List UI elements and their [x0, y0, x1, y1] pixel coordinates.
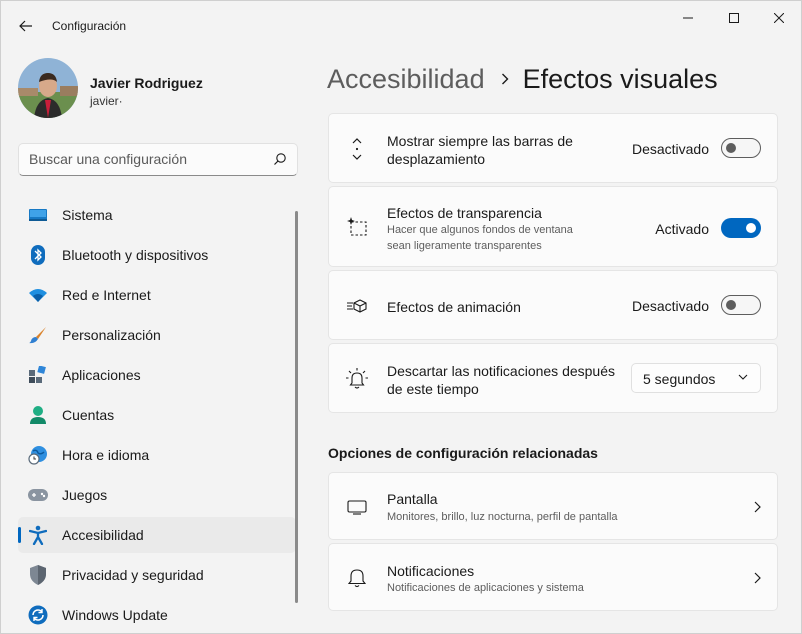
sidebar-item-hora[interactable]: Hora e idioma — [18, 437, 296, 473]
setting-title: Efectos de transparencia — [387, 205, 542, 221]
sidebar-item-sistema[interactable]: Sistema — [18, 197, 296, 233]
chevron-right-icon — [754, 501, 761, 513]
setting-description-line2: sean ligeramente transparentes — [387, 240, 542, 252]
setting-card-notification-timeout: Descartar las notificaciones después de … — [328, 343, 778, 413]
sidebar-item-label: Cuentas — [62, 407, 115, 423]
transparency-toggle[interactable] — [721, 218, 761, 238]
related-item-pantalla[interactable]: Pantalla Monitores, brillo, luz nocturna… — [328, 472, 778, 540]
app-title: Configuración — [52, 19, 127, 33]
sidebar-item-personalizacion[interactable]: Personalización — [18, 317, 296, 353]
setting-title-line2: desplazamiento — [387, 151, 486, 167]
sidebar-item-label: Hora e idioma — [62, 447, 150, 463]
user-name: Javier Rodriguez — [90, 75, 203, 91]
back-button[interactable] — [11, 11, 41, 41]
apps-icon — [28, 365, 48, 385]
update-icon — [28, 605, 48, 625]
related-settings-heading: Opciones de configuración relacionadas — [328, 445, 598, 461]
related-item-title: Notificaciones — [387, 563, 475, 579]
toggle-knob — [746, 223, 756, 233]
setting-title: Efectos de animación — [387, 299, 521, 315]
bluetooth-icon — [28, 245, 48, 265]
avatar — [18, 58, 78, 118]
toggle-state-label: Desactivado — [631, 141, 709, 157]
related-item-title: Pantalla — [387, 491, 438, 507]
minimize-icon — [683, 17, 693, 19]
maximize-button[interactable] — [711, 1, 757, 35]
search-input[interactable] — [29, 151, 269, 167]
sidebar-item-label: Accesibilidad — [62, 527, 144, 543]
page-title: Efectos visuales — [522, 63, 718, 94]
accessibility-icon — [28, 525, 48, 545]
sidebar-item-label: Aplicaciones — [62, 367, 141, 383]
related-item-description: Monitores, brillo, luz nocturna, perfil … — [387, 511, 618, 523]
chevron-right-icon — [501, 73, 509, 85]
sidebar-item-red[interactable]: Red e Internet — [18, 277, 296, 313]
sidebar-item-label: Personalización — [62, 327, 161, 343]
breadcrumb-parent[interactable]: Accesibilidad — [327, 64, 485, 95]
sidebar-item-label: Red e Internet — [62, 287, 151, 303]
transparency-icon — [345, 215, 369, 239]
scroll-arrows-icon — [345, 137, 369, 161]
toggle-state-label: Desactivado — [631, 298, 709, 314]
scrollbars-toggle[interactable] — [721, 138, 761, 158]
minimize-button[interactable] — [665, 1, 711, 35]
globe-clock-icon — [28, 445, 48, 465]
setting-card-transparency: Efectos de transparencia Hacer que algun… — [328, 186, 778, 267]
toggle-state-label: Activado — [655, 221, 709, 237]
user-profile[interactable]: Javier Rodriguez javier· — [18, 58, 298, 120]
sidebar-item-label: Juegos — [62, 487, 108, 503]
setting-card-animation: Efectos de animación Desactivado — [328, 270, 778, 340]
close-button[interactable] — [756, 1, 801, 35]
setting-card-scrollbars: Mostrar siempre las barras de desplazami… — [328, 113, 778, 183]
notification-timeout-dropdown[interactable]: 5 segundos — [631, 363, 761, 393]
user-email: javier· — [90, 94, 123, 108]
sidebar-item-accesibilidad[interactable]: Accesibilidad — [18, 517, 296, 553]
chevron-down-icon — [738, 374, 748, 380]
breadcrumb: Accesibilidad Efectos visuales — [327, 59, 718, 99]
paintbrush-icon — [28, 325, 48, 345]
close-icon — [774, 13, 784, 23]
gamepad-icon — [28, 485, 48, 505]
wifi-icon — [28, 285, 48, 305]
sidebar-item-label: Windows Update — [62, 607, 168, 623]
setting-title-line2: de este tiempo — [387, 381, 479, 397]
animation-icon — [345, 294, 369, 318]
sidebar-item-label: Sistema — [62, 207, 113, 223]
sidebar-item-privacidad[interactable]: Privacidad y seguridad — [18, 557, 296, 593]
setting-title: Descartar las notificaciones después — [387, 363, 616, 379]
toggle-knob — [726, 143, 736, 153]
animation-toggle[interactable] — [721, 295, 761, 315]
shield-icon — [28, 565, 48, 585]
bell-rays-icon — [345, 367, 369, 391]
setting-title: Mostrar siempre las barras de — [387, 133, 573, 149]
arrow-left-icon — [19, 20, 32, 32]
sidebar-item-aplicaciones[interactable]: Aplicaciones — [18, 357, 296, 393]
related-item-description: Notificaciones de aplicaciones y sistema — [387, 582, 584, 594]
sidebar-item-bluetooth[interactable]: Bluetooth y dispositivos — [18, 237, 296, 273]
sidebar-item-label: Bluetooth y dispositivos — [62, 247, 209, 263]
title-bar: Configuración — [1, 1, 801, 49]
sidebar-nav: Sistema Bluetooth y dispositivos Red e I… — [18, 197, 296, 633]
sidebar-scrollbar[interactable] — [295, 211, 298, 603]
search-icon[interactable] — [273, 152, 287, 166]
search-box[interactable] — [18, 143, 298, 176]
maximize-icon — [729, 13, 739, 23]
sidebar-item-cuentas[interactable]: Cuentas — [18, 397, 296, 433]
system-display-icon — [28, 205, 48, 225]
avatar-photo-icon — [18, 58, 78, 118]
toggle-knob — [726, 300, 736, 310]
chevron-right-icon — [754, 572, 761, 584]
account-icon — [28, 405, 48, 425]
dropdown-selected-value: 5 segundos — [643, 371, 716, 387]
settings-window: Configuración Javier Rodriguez javier· B… — [0, 0, 802, 634]
related-item-notificaciones[interactable]: Notificaciones Notificaciones de aplicac… — [328, 543, 778, 611]
sidebar-item-juegos[interactable]: Juegos — [18, 477, 296, 513]
sidebar-item-label: Privacidad y seguridad — [62, 567, 204, 583]
bell-icon — [345, 566, 369, 590]
sidebar-item-windows-update[interactable]: Windows Update — [18, 597, 296, 633]
monitor-icon — [345, 495, 369, 519]
setting-description: Hacer que algunos fondos de ventana — [387, 224, 573, 236]
